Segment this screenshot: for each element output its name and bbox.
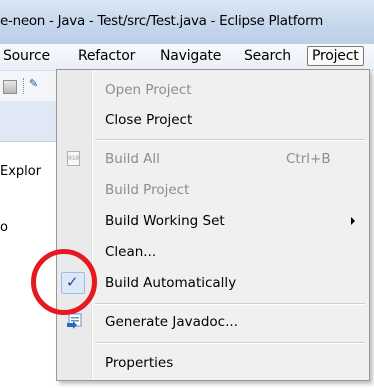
menu-item-label: Properties: [105, 355, 174, 371]
javadoc-icon: [65, 313, 83, 331]
check-glyph: ✓: [66, 273, 79, 291]
window-title: e-neon - Java - Test/src/Test.java - Ecl…: [0, 13, 323, 29]
menu-source[interactable]: Source: [3, 48, 50, 64]
menu-item-label: Generate Javadoc...: [105, 314, 238, 330]
menu-navigate[interactable]: Navigate: [160, 48, 221, 64]
package-explorer-tab[interactable]: Explor: [0, 164, 41, 179]
menu-item-label: Clean...: [105, 244, 157, 260]
menu-item-build-project[interactable]: Build Project: [57, 178, 369, 202]
menu-item-label: Build Project: [105, 182, 190, 198]
menu-item-shortcut: Ctrl+B: [286, 151, 331, 167]
menu-item-label: Build Automatically: [105, 275, 237, 291]
menu-refactor[interactable]: Refactor: [78, 48, 135, 64]
menu-item-label: Close Project: [105, 112, 193, 128]
menu-item-label: Build Working Set: [105, 213, 225, 229]
menu-search[interactable]: Search: [244, 48, 291, 64]
title-bar: e-neon - Java - Test/src/Test.java - Ecl…: [0, 0, 374, 45]
explorer-item-fragment: o: [0, 220, 8, 235]
menu-separator: [95, 342, 365, 344]
binary-file-icon: 010: [67, 151, 80, 166]
editor-tab-strip: [0, 101, 56, 142]
toolbar: ✎: [0, 71, 60, 101]
menu-item-build-automatically[interactable]: ✓ Build Automatically: [57, 271, 369, 295]
menu-item-properties[interactable]: Properties: [57, 351, 369, 375]
menu-item-label: Open Project: [105, 82, 192, 98]
menu-project[interactable]: Project: [307, 46, 364, 66]
menu-item-build-working-set[interactable]: Build Working Set: [57, 209, 369, 233]
chevron-right-icon: [351, 217, 355, 225]
toolbar-separator: [23, 78, 26, 94]
menu-item-build-all[interactable]: 010 Build All Ctrl+B: [57, 147, 369, 171]
tool-icon[interactable]: ✎: [29, 77, 38, 90]
checkmark-icon: ✓: [61, 272, 85, 294]
menu-item-generate-javadoc[interactable]: Generate Javadoc...: [57, 310, 369, 334]
menu-separator: [95, 303, 365, 305]
menu-item-label: Build All: [105, 151, 160, 167]
menu-separator: [95, 139, 365, 141]
menu-bar: Source Refactor Navigate Search Project: [0, 44, 374, 71]
project-menu: Open Project Close Project 010 Build All…: [56, 69, 370, 381]
menu-item-close-project[interactable]: Close Project: [57, 108, 369, 132]
menu-item-open-project[interactable]: Open Project: [57, 78, 369, 102]
menu-item-clean[interactable]: Clean...: [57, 240, 369, 264]
save-icon[interactable]: [3, 80, 17, 94]
